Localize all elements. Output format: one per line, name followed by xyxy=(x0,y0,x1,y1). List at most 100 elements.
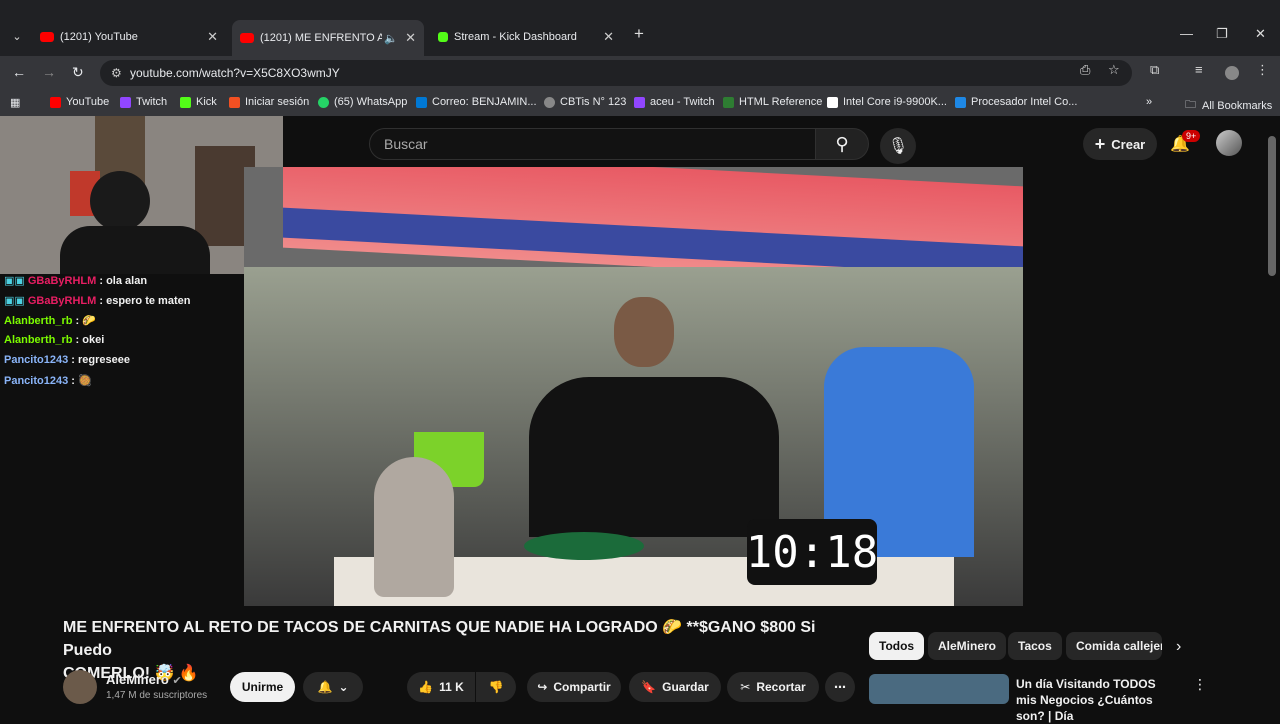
chip-todos[interactable]: Todos xyxy=(869,632,925,660)
restore-icon[interactable]: ❐ xyxy=(1216,26,1228,42)
window-close-icon[interactable]: ✕ xyxy=(1255,26,1266,42)
bookmark-intel-core[interactable]: Intel Core i9-9900K... xyxy=(827,96,947,108)
related-video-item[interactable]: Un día Visitando TODOS mis Negocios ¿Cuá… xyxy=(869,674,1269,724)
scissors-icon: ✂ xyxy=(740,680,751,694)
chip-aleminero[interactable]: AleMinero xyxy=(928,632,1007,660)
video-man-head xyxy=(614,297,674,367)
subscription-bell-button[interactable]: 🔔 ⌄ xyxy=(303,672,363,702)
back-arrow-icon[interactable]: ← xyxy=(12,64,26,80)
save-button[interactable]: 🔖 Guardar xyxy=(629,672,721,702)
media-control-icon[interactable]: ≡ xyxy=(1195,62,1203,77)
youtube-page: ▣▣ GBaByRHLM : ola alan ▣▣ GBaByRHLM : e… xyxy=(0,116,1280,723)
close-icon[interactable]: ✕ xyxy=(405,30,416,46)
search-input[interactable]: Buscar xyxy=(369,128,816,160)
tab-kick-dashboard[interactable]: Stream - Kick Dashboard ✕ xyxy=(438,26,616,48)
new-tab-plus-icon[interactable]: + xyxy=(634,24,644,44)
page-scrollbar[interactable] xyxy=(1268,136,1276,276)
search-button[interactable]: ⚲ xyxy=(815,128,869,160)
close-icon[interactable]: ✕ xyxy=(603,29,614,45)
tab-label: (1201) YouTube xyxy=(60,31,138,43)
profile-avatar-icon[interactable] xyxy=(1225,66,1239,80)
bookmark-twitch[interactable]: Twitch xyxy=(120,96,167,108)
folder-icon: 🗀 xyxy=(1185,99,1196,111)
chip-comida-callejera[interactable]: Comida callejer xyxy=(1066,632,1162,660)
bookmark-label: Procesador Intel Co... xyxy=(971,96,1078,108)
forward-arrow-icon[interactable]: → xyxy=(42,64,56,80)
bookmark-correo[interactable]: Correo: BENJAMIN... xyxy=(416,96,537,108)
chat-user: Alanberth_rb xyxy=(4,315,73,327)
video-clock-display: 10:18 xyxy=(746,519,878,585)
bookmark-html-reference[interactable]: HTML Reference xyxy=(723,96,822,108)
like-button[interactable]: 👍 11 K xyxy=(407,672,475,702)
bookmark-label: Iniciar sesión xyxy=(245,96,310,108)
menu-kebab-icon[interactable]: ⋮ xyxy=(1256,62,1269,78)
join-button[interactable]: Unirme xyxy=(230,672,295,702)
kebab-menu-icon[interactable]: ⋮ xyxy=(1193,676,1207,693)
chevron-right-icon[interactable]: › xyxy=(1176,638,1181,656)
save-label: Guardar xyxy=(662,680,709,694)
bookmark-whatsapp[interactable]: (65) WhatsApp xyxy=(318,96,407,108)
chat-user: GBaByRHLM xyxy=(27,295,97,307)
bookmark-iniciar-sesion[interactable]: Iniciar sesión xyxy=(229,96,309,108)
speaker-icon[interactable]: 🔈 xyxy=(384,32,398,45)
channel-avatar[interactable] xyxy=(63,670,97,704)
more-actions-button[interactable]: ⋯ xyxy=(825,672,855,702)
related-video-title[interactable]: Un día Visitando TODOS mis Negocios ¿Cuá… xyxy=(1016,676,1176,724)
clip-button[interactable]: ✂ Recortar xyxy=(727,672,819,702)
close-icon[interactable]: ✕ xyxy=(207,29,218,45)
plus-icon: + xyxy=(1094,133,1106,154)
channel-name-text: AleMinero xyxy=(106,672,169,687)
channel-name[interactable]: AleMinero ✔ xyxy=(106,672,182,687)
join-label: Unirme xyxy=(241,680,284,694)
url-input[interactable]: ⚙ youtube.com/watch?v=X5C8XO3wmJY xyxy=(100,60,1132,86)
reload-icon[interactable]: ↻ xyxy=(72,64,84,81)
bookmark-star-icon[interactable]: ☆ xyxy=(1108,62,1120,78)
minimize-icon[interactable]: — xyxy=(1180,26,1193,41)
clip-label: Recortar xyxy=(756,680,806,694)
twitch-icon xyxy=(634,96,645,108)
bookmark-kick[interactable]: Kick xyxy=(180,96,217,108)
more-bookmarks-chevron-icon[interactable]: » xyxy=(1146,96,1152,108)
url-text: youtube.com/watch?v=X5C8XO3wmJY xyxy=(130,66,340,80)
share-label: Compartir xyxy=(553,680,611,694)
create-button[interactable]: + Crear xyxy=(1083,128,1157,160)
mail-icon xyxy=(416,96,427,108)
search-placeholder: Buscar xyxy=(384,136,428,152)
related-video-thumbnail[interactable] xyxy=(869,674,1009,704)
video-title-line1: ME ENFRENTO AL RETO DE TACOS DE CARNITAS… xyxy=(63,619,816,659)
search-icon: ⚲ xyxy=(835,133,849,154)
chat-user: GBaByRHLM xyxy=(27,275,97,287)
tab-youtube[interactable]: (1201) YouTube ✕ xyxy=(40,26,220,48)
install-app-icon[interactable]: ⎙ xyxy=(1080,62,1090,78)
share-button[interactable]: ↪ Compartir xyxy=(527,672,621,702)
bookmark-label: CBTis N° 123 xyxy=(560,96,627,108)
bookmark-procesador-intel[interactable]: Procesador Intel Co... xyxy=(955,96,1077,108)
account-avatar[interactable] xyxy=(1216,130,1242,156)
person-body xyxy=(60,226,210,274)
bookmark-aceu-twitch[interactable]: aceu - Twitch xyxy=(634,96,715,108)
notification-badge: 9+ xyxy=(1182,130,1201,142)
tab-search-chevron-icon[interactable]: ⌄ xyxy=(7,26,27,46)
chip-tacos[interactable]: Tacos xyxy=(1008,632,1062,660)
bookmarks-bar: ▦ YouTube Twitch Kick Iniciar sesión (65… xyxy=(0,90,1280,116)
chat-text: okei xyxy=(82,334,105,346)
chat-message: Pancito1243 : 🥘 xyxy=(4,375,92,387)
chat-message: Pancito1243 : regreseee xyxy=(4,354,130,366)
bookmark-cbtis[interactable]: CBTis N° 123 xyxy=(544,96,626,108)
chat-text: espero te maten xyxy=(106,295,191,307)
tab-video-active[interactable]: (1201) ME ENFRENTO AL RE 🔈 ✕ xyxy=(232,20,424,56)
site-settings-icon[interactable]: ⚙ xyxy=(111,66,122,80)
chat-message: ▣▣ GBaByRHLM : espero te maten xyxy=(4,295,191,307)
voice-search-button[interactable]: 🎙 xyxy=(880,128,916,164)
bookmark-youtube[interactable]: YouTube xyxy=(50,96,109,108)
like-count: 11 K xyxy=(439,680,464,694)
video-man-shirt xyxy=(529,377,779,537)
extensions-icon[interactable]: ⧉ xyxy=(1150,62,1159,78)
w3-icon xyxy=(723,96,734,108)
thumbs-down-icon: 👎 xyxy=(488,680,504,694)
video-player[interactable]: 10:18 xyxy=(244,167,1023,606)
all-bookmarks[interactable]: 🗀 All Bookmarks xyxy=(1185,96,1272,115)
badge-icon: ▣▣ xyxy=(4,275,28,287)
apps-grid-icon[interactable]: ▦ xyxy=(10,96,20,109)
dislike-button[interactable]: 👎 xyxy=(476,672,516,702)
